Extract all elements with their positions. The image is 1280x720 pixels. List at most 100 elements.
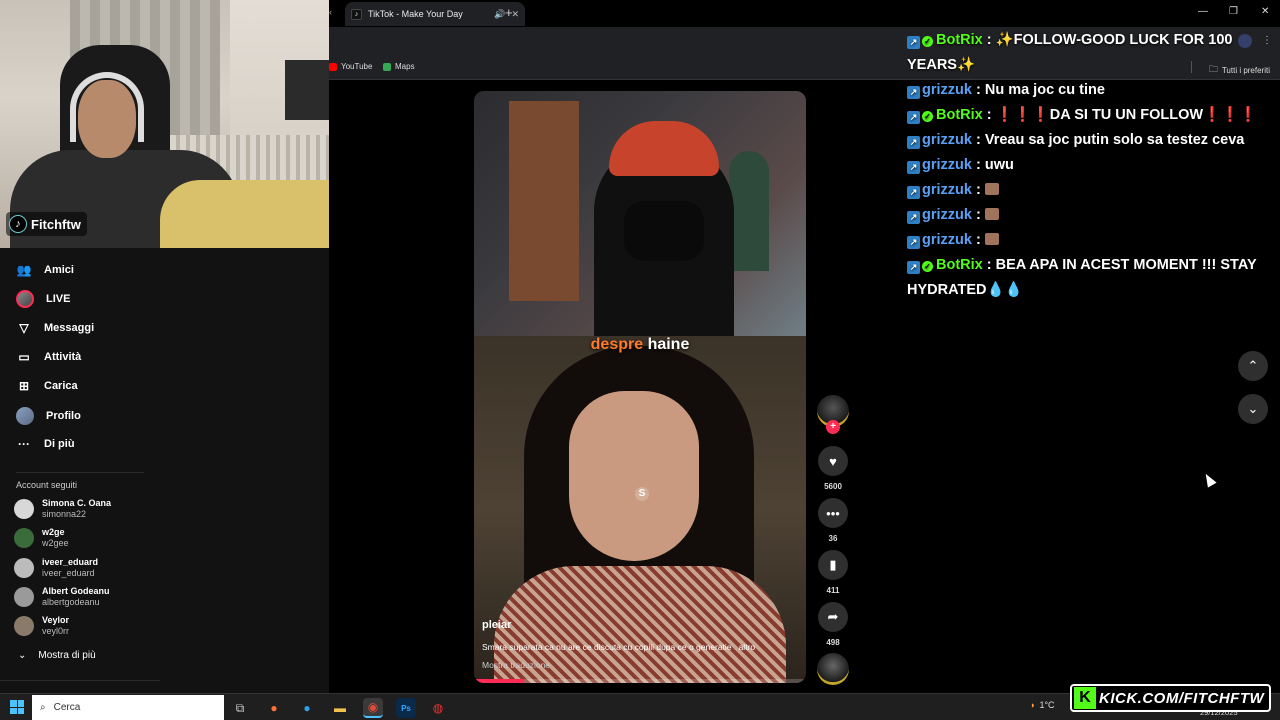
account-username: w2gee [42,538,69,548]
share-button[interactable]: ➦ [818,602,848,632]
video-tree [729,151,769,271]
nav-live[interactable]: LIVE [16,290,70,308]
kick-channel-badge: K KICK.COM/FITCHFTW [1070,684,1272,712]
follow-plus-icon[interactable]: + [826,420,840,434]
start-button[interactable] [10,700,24,714]
nav-messaggi[interactable]: ▽ Messaggi [16,320,94,336]
followed-account[interactable]: Veylor veyl0rr [14,615,69,637]
browser-tab-tiktok[interactable]: ♪ TikTok - Make Your Day 🔊 ✕ [345,2,525,26]
webcam-overlay: ♪ Fitchftw [0,0,329,248]
music-disc-icon[interactable] [817,653,849,685]
chat-message: ↗ grizzuk : Nu ma joc cu tine [907,78,1272,103]
followed-account[interactable]: iveer_eduard iveer_eduard [14,557,98,579]
firefox-icon[interactable]: ● [264,698,284,718]
task-view-icon[interactable]: ⧉ [230,698,250,718]
bookmark-label: Maps [395,62,415,71]
account-avatar [14,587,34,607]
chat-text: Vreau sa joc putin solo sa testez ceva [984,132,1245,148]
previous-video-button[interactable]: ⌃ [1238,351,1268,381]
chat-separator: : [971,132,985,148]
nav-label: Di più [44,438,75,450]
show-more-button[interactable]: ⌄ Mostra di più [18,650,96,661]
chat-username[interactable]: BotRix [936,32,983,48]
followed-account[interactable]: Simona C. Oana simonna22 [14,498,111,520]
chat-username[interactable]: BotRix [936,257,983,273]
taskbar-search[interactable]: ⌕ Cerca [32,695,224,720]
file-explorer-icon[interactable]: ▬ [330,698,350,718]
chat-username[interactable]: grizzuk [922,182,972,198]
tiktok-sidebar: 👥 Amici LIVE ▽ Messaggi ▭ Attività ⊞ Car… [0,248,329,693]
next-video-button[interactable]: ⌄ [1238,394,1268,424]
video-bottom-frame [474,336,806,683]
nav-label: Carica [44,380,78,392]
account-name: w2ge [42,527,65,537]
bookmark-icon: ▮ [829,557,837,572]
account-username: veyl0rr [42,626,70,636]
comment-button[interactable]: ••• [818,498,848,528]
video-watermark: S [635,487,649,501]
bookmark-maps[interactable]: Maps [383,62,415,71]
share-icon: ➦ [827,609,839,624]
nav-profilo[interactable]: Profilo [16,407,81,425]
video-mask [624,201,704,261]
obs-icon[interactable]: ◍ [428,698,448,718]
bookmark-youtube[interactable]: YouTube [329,62,372,71]
nav-attivita[interactable]: ▭ Attività [16,349,81,365]
chat-username[interactable]: BotRix [936,107,983,123]
chat-badge-icon: ↗ [907,36,920,49]
sidebar-bottom-divider [0,680,160,681]
new-tab-button[interactable]: + [505,5,513,20]
account-avatar [14,528,34,548]
live-avatar-icon [16,290,34,308]
chat-separator: : [971,232,985,248]
chat-username[interactable]: grizzuk [922,232,972,248]
weather-widget[interactable]: ◗ 1°C [1030,700,1055,710]
speaker-icon[interactable]: 🔊 [494,9,505,20]
nav-di-piu[interactable]: ··· Di più [16,436,75,452]
chat-username[interactable]: grizzuk [922,132,972,148]
chat-username[interactable]: grizzuk [922,157,972,173]
video-player[interactable]: despre haine S pleiar Smara suparata ca … [474,91,806,683]
chat-username[interactable]: grizzuk [922,207,972,223]
streamer-name: Fitchftw [31,216,81,232]
sidebar-divider [16,472,144,473]
chat-separator: : [971,82,985,98]
restore-icon[interactable]: ❐ [1229,6,1238,17]
nav-carica[interactable]: ⊞ Carica [16,378,78,394]
tab-scroll-left-icon[interactable]: ‹ [329,7,332,17]
edge-icon[interactable]: ● [297,698,317,718]
show-translation-link[interactable]: Mostra traduzione [482,660,550,670]
chat-badge-icon: ↗ [907,261,920,274]
save-button[interactable]: ▮ [818,550,848,580]
account-avatar [14,558,34,578]
chat-badge-icon: ↗ [907,161,920,174]
stream-chat-overlay: ↗ ✓ BotRix : ✨FOLLOW-GOOD LUCK FOR 100 YEA… [907,28,1272,303]
close-window-icon[interactable]: ✕ [1261,6,1269,17]
webcam-person-pants [160,180,329,248]
webcam-shelf [285,60,329,120]
account-username: albertgodeanu [42,597,100,607]
account-name: Veylor [42,615,70,625]
chat-username[interactable]: grizzuk [922,82,972,98]
send-icon: ▽ [19,321,29,335]
video-author[interactable]: pleiar [482,619,511,631]
inbox-icon: ▭ [18,350,30,364]
nav-amici[interactable]: 👥 Amici [16,262,74,278]
browser-tab-bar: ‹ ♪ TikTok - Make Your Day 🔊 ✕ + — ❐ ✕ [329,0,1280,27]
followed-account[interactable]: w2ge w2gee [14,527,69,549]
account-username: iveer_eduard [42,568,95,578]
account-avatar [14,616,34,636]
like-button[interactable]: ♥ [818,446,848,476]
followed-account[interactable]: Albert Godeanu albertgodeanu [14,586,110,608]
minimize-icon[interactable]: — [1198,6,1208,17]
chat-message: ↗ ✓ BotRix : ✨FOLLOW-GOOD LUCK FOR 100 YEA… [907,28,1272,78]
description-more-link[interactable]: altro [739,642,756,652]
profile-avatar-icon [16,407,34,425]
chat-text: uwu [984,157,1014,173]
chevron-down-icon: ⌄ [1247,401,1259,416]
video-door [509,101,579,301]
verified-bot-icon: ✓ [922,261,933,272]
photoshop-icon[interactable]: Ps [396,698,416,718]
chrome-icon[interactable]: ◉ [363,698,383,718]
video-progress-bar[interactable] [474,679,806,683]
